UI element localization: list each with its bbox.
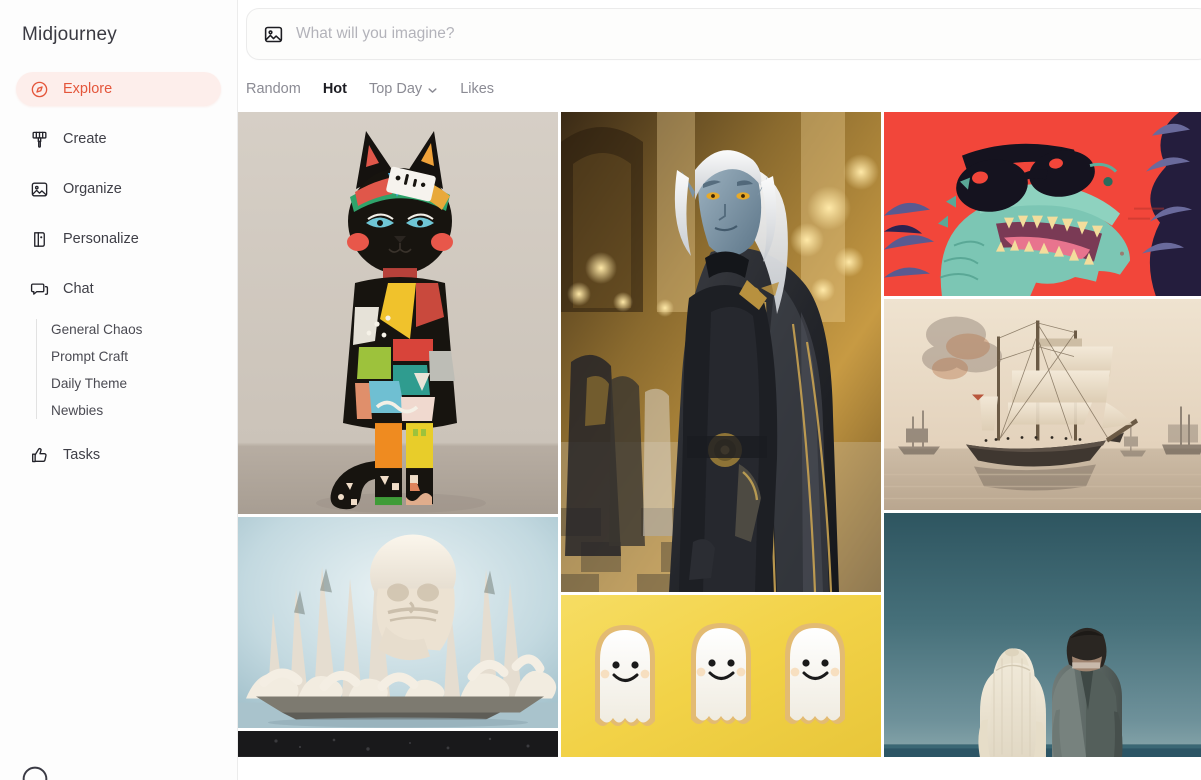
tab-label-random: Random — [246, 81, 301, 97]
compass-icon — [30, 80, 49, 99]
sidebar-item-label-explore: Explore — [63, 81, 113, 97]
sidebar-item-label-create: Create — [63, 131, 107, 147]
sidebar-item-chat[interactable]: Chat — [16, 272, 221, 306]
app-brand-title: Midjourney — [22, 24, 117, 45]
gallery-tile-wax-skull-sculpture[interactable] — [238, 517, 558, 729]
gallery-column-1 — [238, 112, 558, 757]
tab-random[interactable]: Random — [246, 81, 301, 97]
sidebar-item-create[interactable]: Create — [16, 122, 221, 156]
sidebar: Midjourney Explore Create Organize Perso… — [0, 0, 238, 780]
gallery-tile-painted-cat-figurine[interactable] — [238, 112, 558, 515]
image-gallery — [238, 112, 1201, 758]
chat-icon — [30, 280, 49, 299]
tab-likes[interactable]: Likes — [460, 81, 494, 97]
tab-label-likes: Likes — [460, 81, 495, 97]
sidebar-item-organize[interactable]: Organize — [16, 172, 221, 206]
prompt-input[interactable] — [294, 17, 1194, 51]
sidebar-item-explore[interactable]: Explore — [16, 72, 221, 106]
search-bar-region — [238, 0, 1201, 68]
tab-hot[interactable]: Hot — [323, 81, 347, 97]
tab-label-hot: Hot — [322, 81, 347, 97]
gallery-tile-wedding-couple[interactable] — [884, 513, 1201, 758]
artwork-tall-ship-harbor — [884, 299, 1201, 511]
gallery-tile-ghost-cookies[interactable] — [561, 595, 881, 757]
sidebar-item-tasks[interactable]: Tasks — [16, 438, 221, 472]
gallery-tile-dark-elf-portrait[interactable] — [561, 112, 881, 592]
sidebar-subitem-daily-theme[interactable]: Daily Theme — [46, 370, 237, 397]
tab-label-top-day: Top Day — [368, 81, 423, 97]
sidebar-subitem-prompt-craft[interactable]: Prompt Craft — [46, 343, 237, 370]
sidebar-item-personalize[interactable]: Personalize — [16, 222, 221, 256]
sidebar-item-label-chat: Chat — [63, 281, 94, 297]
artwork-dark-elf-portrait — [561, 112, 881, 592]
gallery-tile-trex-sunglasses[interactable] — [884, 112, 1201, 297]
artwork-wedding-couple — [884, 513, 1201, 758]
gallery-column-2 — [561, 112, 881, 757]
image-icon[interactable] — [263, 24, 284, 45]
main-content: Random Hot Top Day Likes — [238, 0, 1201, 780]
midjourney-app: Midjourney Explore Create Organize Perso… — [0, 0, 1201, 780]
artwork-ghost-cookies — [561, 595, 881, 757]
sidebar-item-label-personalize: Personalize — [63, 231, 139, 247]
artwork-trex-sunglasses — [884, 112, 1201, 297]
chat-subnav: General Chaos Prompt Craft Daily Theme N… — [0, 316, 237, 424]
avatar[interactable] — [22, 766, 48, 780]
sidebar-subitem-newbies[interactable]: Newbies — [46, 397, 237, 424]
filter-tabs: Random Hot Top Day Likes — [238, 68, 1201, 112]
tab-top-day[interactable]: Top Day — [369, 81, 438, 97]
sidebar-item-label-tasks: Tasks — [63, 447, 101, 463]
thumbs-up-icon — [30, 446, 49, 465]
primary-nav: Explore Create Organize Personalize Chat… — [0, 56, 237, 472]
prompt-search-bar[interactable] — [246, 8, 1201, 60]
gallery-tile-dark-night-scene[interactable] — [238, 731, 558, 757]
artwork-dark-night-scene — [238, 731, 558, 757]
sidebar-item-label-organize: Organize — [63, 181, 122, 197]
image-icon — [30, 180, 49, 199]
sidebar-subitem-general-chaos[interactable]: General Chaos — [46, 316, 237, 343]
artwork-painted-cat-figurine — [238, 112, 558, 515]
chevron-down-icon — [427, 84, 438, 95]
artwork-wax-skull-sculpture — [238, 517, 558, 729]
gallery-column-3 — [884, 112, 1201, 758]
gallery-tile-tall-ship-harbor[interactable] — [884, 299, 1201, 511]
brush-icon — [30, 130, 49, 149]
personalize-icon — [30, 230, 49, 249]
